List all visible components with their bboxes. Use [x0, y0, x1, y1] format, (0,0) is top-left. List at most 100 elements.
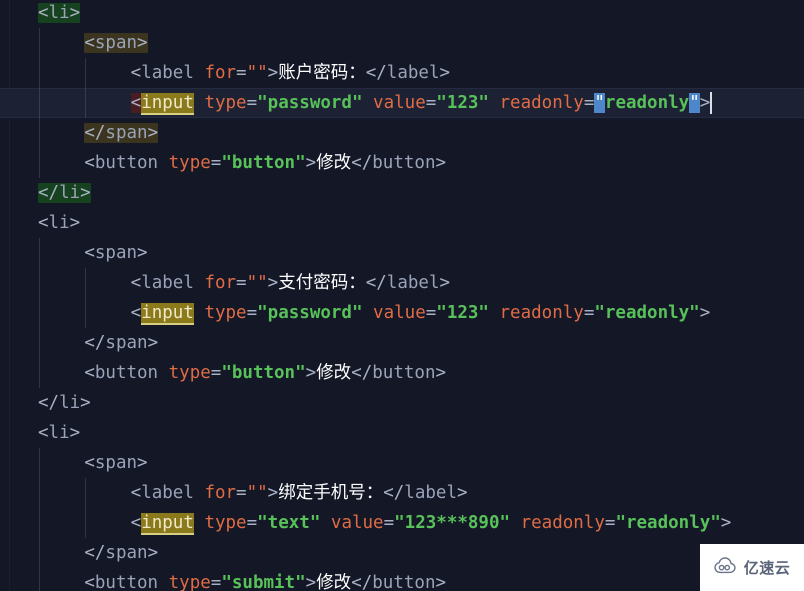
code-token: >	[147, 123, 159, 143]
code-token: =	[246, 93, 258, 113]
code-token: =	[383, 513, 395, 533]
code-token: <	[84, 243, 95, 263]
code-line[interactable]: <input type="password" value="123" reado…	[0, 298, 804, 328]
code-token: =	[425, 303, 437, 323]
code-token: type	[168, 363, 211, 383]
code-line[interactable]: </span>	[0, 328, 804, 358]
code-token: button	[372, 153, 436, 173]
code-token: </	[365, 63, 387, 83]
code-token: button	[94, 153, 159, 173]
code-token: =	[236, 483, 247, 503]
code-token: >	[80, 393, 91, 413]
code-token: >	[267, 273, 279, 293]
code-token: 修改	[316, 573, 352, 591]
text-caret	[709, 92, 712, 114]
code-token: button	[372, 573, 436, 591]
code-line[interactable]: <span>	[0, 238, 804, 268]
code-token: 修改	[316, 363, 352, 383]
code-line[interactable]: <label for="">支付密码：</label>	[0, 268, 804, 298]
code-token: "password"	[257, 93, 363, 113]
code-line[interactable]: </li>	[0, 388, 804, 418]
code-token: <	[38, 423, 49, 443]
code-token: readonly	[520, 513, 605, 533]
code-token: type	[168, 153, 211, 173]
code-token: </	[38, 183, 60, 203]
code-token: readonly	[499, 303, 584, 323]
code-line[interactable]: <input type="text" value="123***890" rea…	[0, 508, 804, 538]
code-line[interactable]: <li>	[0, 418, 804, 448]
code-token: "	[594, 93, 605, 113]
code-token: "button"	[221, 363, 306, 383]
code-token: >	[147, 333, 159, 353]
code-token: <	[84, 33, 95, 53]
code-token: >	[699, 303, 711, 323]
code-line[interactable]: <label for="">绑定手机号：</label>	[0, 478, 804, 508]
code-token: >	[720, 513, 732, 533]
code-token: <	[38, 3, 49, 23]
code-line[interactable]: <li>	[0, 208, 804, 238]
code-editor[interactable]: <li> <span> <label for="">账户密码：</label> <in…	[0, 0, 804, 591]
code-line[interactable]: <span>	[0, 28, 804, 58]
code-token: label	[386, 273, 440, 293]
code-token: =	[583, 303, 595, 323]
code-token: "text"	[257, 513, 321, 533]
code-token: </	[351, 153, 373, 173]
code-token: label	[141, 273, 194, 293]
code-token: <	[130, 303, 142, 323]
code-token: >	[435, 153, 447, 173]
code-token: >	[305, 363, 317, 383]
code-tokens: <span>	[84, 243, 147, 263]
code-token: </	[84, 333, 106, 353]
code-token: ""	[246, 273, 268, 293]
code-tokens: <label for="">绑定手机号：</label>	[131, 483, 468, 503]
code-tokens: </span>	[84, 333, 158, 353]
code-token: span	[94, 243, 138, 263]
code-token: =	[246, 303, 258, 323]
code-line[interactable]: <span>	[0, 448, 804, 478]
code-line[interactable]: </span>	[0, 118, 804, 148]
code-token: readonly	[604, 93, 690, 113]
code-token: type	[204, 303, 247, 323]
code-token: "submit"	[221, 573, 306, 591]
watermark: 亿速云	[700, 544, 804, 591]
code-token: =	[236, 63, 247, 83]
code-line[interactable]: <input type="password" value="123" reado…	[0, 88, 804, 118]
code-token: li	[59, 393, 81, 413]
code-token: >	[137, 453, 148, 473]
code-line[interactable]: <button type="submit">修改</button>	[0, 568, 804, 591]
code-tokens: <button type="button">修改</button>	[84, 363, 446, 383]
code-token: </	[84, 543, 106, 563]
code-tokens: </span>	[84, 543, 158, 563]
code-line[interactable]: <button type="button">修改</button>	[0, 358, 804, 388]
code-tokens: <button type="button">修改</button>	[84, 153, 446, 173]
code-token: span	[94, 33, 138, 53]
code-token: >	[267, 63, 279, 83]
code-token: >	[699, 93, 711, 113]
code-line[interactable]: </span>	[0, 538, 804, 568]
code-token: value	[373, 93, 426, 113]
code-tokens: <li>	[38, 423, 80, 443]
code-line[interactable]: <label for="">账户密码：</label>	[0, 58, 804, 88]
code-line[interactable]: </li>	[0, 178, 804, 208]
code-token: >	[69, 423, 81, 443]
code-token: <	[38, 213, 49, 233]
code-content[interactable]: <li> <span> <label for="">账户密码：</label> <in…	[0, 0, 804, 591]
code-token: <	[84, 453, 95, 473]
code-tokens: <input type="password" value="123" reado…	[130, 303, 711, 325]
code-line[interactable]: <button type="button">修改</button>	[0, 148, 804, 178]
code-token: >	[305, 573, 317, 591]
code-token: >	[456, 483, 468, 503]
code-line[interactable]: <li>	[0, 0, 804, 28]
code-token: label	[386, 63, 440, 83]
code-token: button	[372, 363, 436, 383]
code-token: =	[210, 363, 222, 383]
